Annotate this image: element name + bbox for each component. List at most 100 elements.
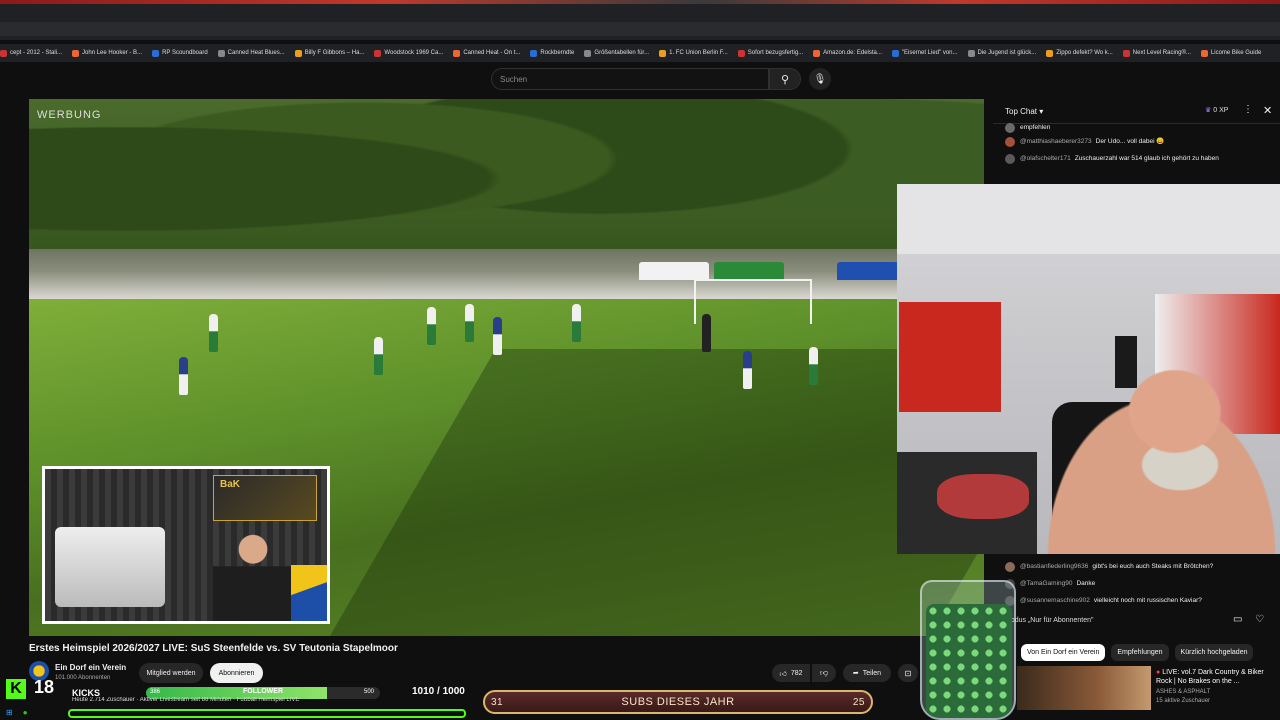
pip-webcam: BaK	[42, 466, 330, 624]
tab-recent[interactable]: Kürzlich hochgeladen	[1174, 644, 1254, 661]
player	[465, 304, 474, 342]
avatar	[1005, 123, 1015, 133]
bookmark-item[interactable]: Größentabellen für...	[584, 49, 649, 57]
chat-message: @susannemaschine902 vielleicht noch mit r…	[1005, 596, 1270, 606]
subscribe-button[interactable]: Abonnieren	[210, 663, 263, 683]
bookmark-label: Die Jugend ist glück...	[977, 50, 1037, 56]
bookmark-item[interactable]: RP Scoundboard	[152, 49, 208, 57]
bookmark-label: Licome Bike Guide	[1210, 50, 1262, 56]
bookmark-label: Zippo defekt? Wo k...	[1056, 50, 1113, 56]
video-title: Erstes Heimspiel 2026/2027 LIVE: SuS Ste…	[29, 643, 398, 654]
bookmark-item[interactable]: Woodstock 1969 Ca...	[374, 49, 444, 57]
bookmark-item[interactable]: Sofort bezugsfertig...	[737, 49, 804, 57]
windows-icon[interactable]: ⊞	[6, 708, 13, 720]
app-icon[interactable]: ●	[23, 708, 28, 720]
like-button[interactable]: 👍︎ 782	[772, 664, 810, 682]
search-button[interactable]: ⚲	[769, 68, 801, 90]
subs-label: SUBS DIESES JAHR	[621, 696, 735, 708]
player	[179, 357, 188, 395]
overlay-ticker: Heute 2.714 Zuschauer · Aktiver Livestre…	[72, 697, 300, 703]
bookmark-favicon-icon	[1046, 49, 1054, 57]
goal-count: 1010 / 1000	[412, 686, 465, 697]
dislike-button[interactable]: 👎︎	[812, 664, 836, 682]
tab-strip[interactable]	[0, 0, 1280, 4]
bookmark-item[interactable]: Canned Heat - On t...	[453, 49, 521, 57]
bookmark-item[interactable]: Zippo defekt? Wo k...	[1046, 49, 1113, 57]
bookmark-favicon-icon	[217, 49, 225, 57]
bookmark-favicon-icon	[294, 49, 302, 57]
recommended-video[interactable]: ● LIVE: vol.7 Dark Country & Biker Rock …	[1017, 664, 1280, 710]
bookmark-label: Woodstock 1969 Ca...	[384, 50, 444, 56]
bookmark-item[interactable]: Amazon.de: Edelsta...	[813, 49, 882, 57]
join-button[interactable]: Mitglied werden	[139, 663, 203, 683]
bookmarks-bar: cept - 2012 - Stali... John Lee Hooker - …	[0, 44, 1280, 62]
bookmark-label: Billy F Gibbons – Ha...	[304, 50, 365, 56]
ad-label: WERBUNG	[37, 109, 102, 121]
pip-stripe	[291, 565, 327, 621]
chat-header: Top Chat ▾ ♛ 0 XP ⋮ ✕	[993, 100, 1280, 124]
heart-icon[interactable]: ♡	[1255, 614, 1264, 625]
bookmark-item[interactable]: Canned Heat Blues...	[217, 49, 285, 57]
tent-white	[639, 262, 709, 280]
search-input[interactable]: Suchen	[491, 68, 769, 90]
bookmark-label: 1. FC Union Berlin F...	[669, 50, 728, 56]
tab-recommendations[interactable]: Empfehlungen	[1111, 644, 1169, 661]
bookmark-item[interactable]: Rockberndte	[530, 49, 574, 57]
more-icon[interactable]: ⋮	[1243, 104, 1253, 115]
avatar	[1005, 154, 1015, 164]
address-bar[interactable]	[0, 22, 1280, 36]
chat-message: @TamaGaming90 Danke	[1005, 579, 1270, 589]
bookmark-favicon-icon	[891, 49, 899, 57]
thumbs-up-icon: 👍︎	[779, 670, 787, 678]
bookmark-item[interactable]: Licome Bike Guide	[1200, 49, 1262, 57]
channel-name[interactable]: Ein Dorf ein Verein	[55, 663, 126, 672]
share-button[interactable]: ➦ Teilen	[843, 664, 891, 682]
cam-ceiling	[897, 184, 1280, 254]
kick-logo-icon: K	[6, 679, 26, 699]
bookmark-item[interactable]: 1. FC Union Berlin F...	[659, 49, 728, 57]
bookmark-label: Canned Heat - On t...	[463, 50, 521, 56]
subs-left-count: 31	[491, 697, 504, 708]
avatar	[1005, 137, 1015, 147]
bookmark-item[interactable]: Die Jugend ist glück...	[967, 49, 1037, 57]
voice-search-button[interactable]: 🎙	[809, 68, 831, 90]
bookmark-label: "Eisernet Lied" von...	[901, 50, 958, 56]
thumbs-down-icon: 👎︎	[819, 668, 829, 677]
bookmark-item[interactable]: "Eisernet Lied" von...	[891, 49, 958, 57]
pip-chairs	[55, 527, 165, 607]
chat-mode-dropdown[interactable]: Top Chat ▾	[1005, 107, 1043, 116]
tab-channel[interactable]: Von Ein Dorf ein Verein	[1021, 644, 1106, 661]
save-button[interactable]: ⊡	[898, 664, 918, 682]
bookmark-favicon-icon	[453, 49, 461, 57]
bookmark-favicon-icon	[659, 49, 667, 57]
bookmark-item[interactable]: cept - 2012 - Stali...	[0, 49, 62, 57]
browser-tab-bar	[0, 0, 1280, 40]
recommended-channel[interactable]: ASHES & ASPHALT	[1156, 689, 1210, 695]
avatar	[1005, 562, 1015, 572]
cam-pillow	[937, 474, 1029, 519]
player	[209, 314, 218, 352]
bookmark-label: Amazon.de: Edelsta...	[823, 50, 882, 56]
share-icon: ➦	[852, 670, 859, 677]
recommended-thumbnail[interactable]	[1017, 666, 1151, 710]
kicks-count: 18	[34, 677, 55, 697]
chat-summary-icon[interactable]: ▭	[1233, 614, 1242, 625]
chat-mode-label: Modus „Nur für Abonnenten"	[1005, 617, 1094, 624]
player	[572, 304, 581, 342]
clover-jar-widget	[920, 580, 1016, 720]
subs-year-bar: 31 SUBS DIESES JAHR 25	[483, 690, 873, 714]
soccer-goal	[694, 279, 812, 324]
close-icon[interactable]: ✕	[1263, 104, 1272, 117]
recommended-title[interactable]: ● LIVE: vol.7 Dark Country & Biker Rock …	[1156, 668, 1280, 686]
bookmark-item[interactable]: Billy F Gibbons – Ha...	[294, 49, 365, 57]
bookmark-label: RP Scoundboard	[162, 50, 208, 56]
bookmark-label: Sofort bezugsfertig...	[747, 50, 804, 56]
xp-badge[interactable]: ♛ 0 XP	[1205, 106, 1228, 114]
cam-streamer	[1017, 356, 1280, 554]
bookmark-item[interactable]: Next Level Racing®...	[1122, 49, 1191, 57]
subscriber-count: 101.000 Abonnenten	[55, 675, 111, 681]
player	[374, 337, 383, 375]
bookmark-item[interactable]: John Lee Hooker - B...	[72, 49, 142, 57]
bookmark-favicon-icon	[0, 49, 7, 57]
bookmark-icon: ⊡	[904, 668, 912, 678]
